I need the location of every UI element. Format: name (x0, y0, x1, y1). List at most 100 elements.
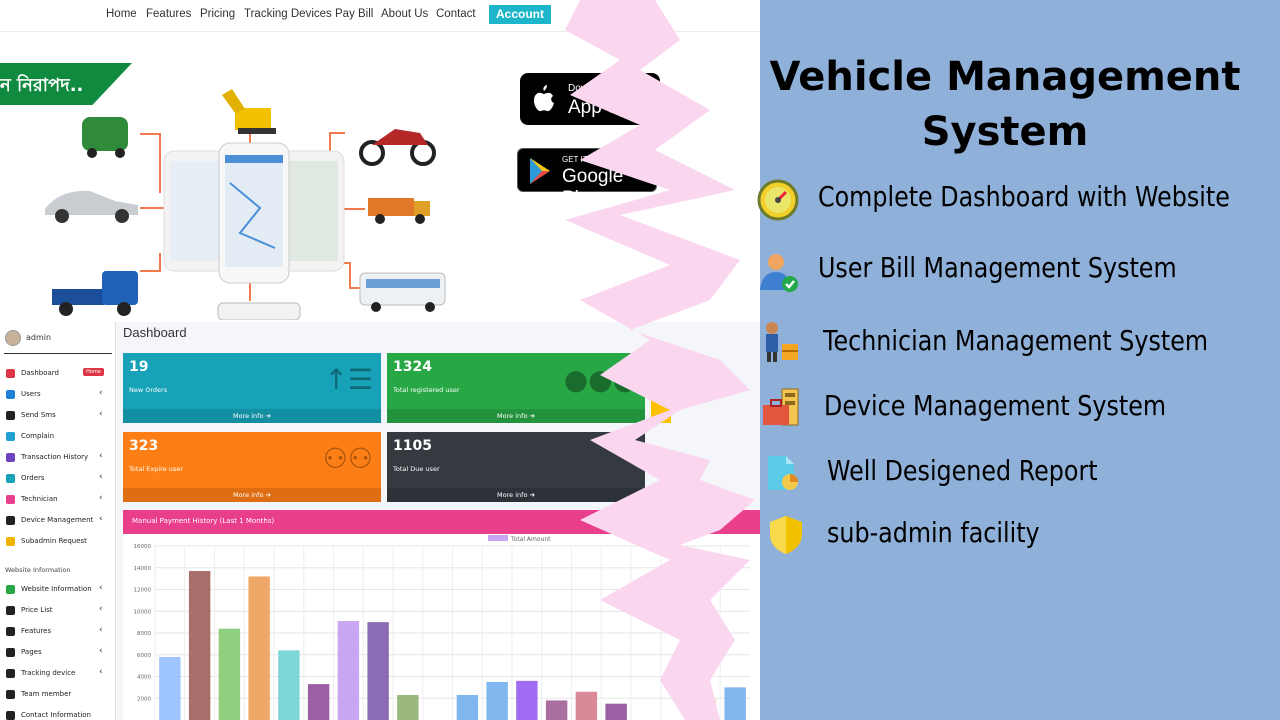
bar[interactable] (456, 694, 479, 720)
sidebar-item-send-sms[interactable]: Send Sms ‹ (0, 409, 116, 425)
nav-tracking-devices[interactable]: Tracking Devices (244, 8, 332, 20)
bar[interactable] (248, 576, 270, 720)
transaction-history-icon (6, 453, 15, 462)
sidebar-item-label: Complain (21, 432, 55, 440)
toolbox-icon (763, 388, 799, 426)
complain-icon (6, 432, 15, 441)
nav-home[interactable]: Home (106, 8, 137, 20)
chevron-left-icon: ‹ (99, 388, 103, 398)
sidebar-item-label: Website Information (21, 585, 92, 593)
tracking-device-icon (6, 669, 15, 678)
card-value: 1105 (393, 438, 432, 454)
y-tick-label: 14000 (134, 566, 152, 572)
contact-information-icon (6, 711, 15, 720)
shield-icon (770, 516, 802, 554)
sidebar-item-label: Orders (21, 474, 45, 482)
nav-pay-bill[interactable]: Pay Bill (335, 8, 373, 20)
sidebar-item-label: Tracking device (21, 669, 76, 677)
sidebar-item-label: Features (21, 627, 52, 635)
sidebar-item-transaction-history[interactable]: Transaction History ‹ (0, 451, 116, 467)
more-info-link[interactable]: More info ➔ (123, 409, 381, 423)
y-tick-label: 16000 (134, 544, 152, 550)
gauge-icon (757, 179, 799, 221)
sidebar-item-device-management[interactable]: Device Management ‹ (0, 514, 116, 530)
sidebar-section-label: Website Information (5, 566, 71, 574)
chevron-left-icon: ‹ (99, 514, 103, 524)
y-tick-label: 12000 (134, 588, 152, 594)
headline: Vehicle Management System (769, 54, 1241, 155)
price-list-icon (6, 606, 15, 615)
sidebar-item-features[interactable]: Features ‹ (0, 625, 116, 641)
sidebar-item-label: Technician (21, 495, 58, 503)
feature-technician: Technician Management System (823, 324, 1209, 357)
apple-icon (534, 85, 554, 112)
bar[interactable] (516, 680, 538, 720)
sidebar-item-tracking-device[interactable]: Tracking device ‹ (0, 667, 116, 683)
admin-name: admin (26, 333, 52, 342)
more-info-link[interactable]: More info ➔ (123, 488, 381, 502)
sidebar-item-label: Device Management (21, 516, 94, 524)
bar[interactable] (188, 571, 211, 720)
pages-icon (6, 648, 15, 657)
chevron-left-icon: ‹ (99, 604, 103, 614)
chevron-left-icon: ‹ (99, 472, 103, 482)
sidebar-item-label: Price List (21, 606, 53, 614)
chart-title: Manual Payment History (Last 1 Months) (132, 517, 275, 525)
nav-contact[interactable]: Contact (436, 8, 476, 20)
feature-device: Device Management System (824, 389, 1167, 422)
sidebar-item-team-member[interactable]: Team member (0, 688, 116, 704)
feature-subadmin: sub-admin facility (827, 516, 1040, 549)
sidebar-item-label: Team member (21, 690, 72, 698)
bar[interactable] (486, 681, 508, 720)
bar[interactable] (397, 694, 419, 720)
nav-features[interactable]: Features (146, 8, 191, 20)
card-expire-users: 323 Total Expire user ⚇⚇ More info ➔ (123, 432, 381, 502)
sidebar-item-complain[interactable]: Complain (0, 430, 116, 446)
pink-brush-stroke (565, 0, 755, 720)
sidebar-item-label: Subadmin Request (21, 537, 87, 545)
sidebar-item-label: Pages (21, 648, 42, 656)
nav-pricing[interactable]: Pricing (200, 8, 235, 20)
sidebar-item-label: Users (21, 390, 41, 398)
card-value: 1324 (393, 359, 432, 375)
bar[interactable] (218, 628, 241, 720)
sidebar-item-contact-information[interactable]: Contact Information (0, 709, 116, 720)
play-icon (530, 158, 550, 184)
sidebar-item-price-list[interactable]: Price List ‹ (0, 604, 116, 620)
sidebar-item-users[interactable]: Users ‹ (0, 388, 116, 404)
avatar[interactable] (5, 330, 21, 346)
sidebar-item-orders[interactable]: Orders ‹ (0, 472, 116, 488)
sidebar-item-subadmin-request[interactable]: Subadmin Request (0, 535, 116, 551)
technician-icon (766, 322, 798, 362)
chevron-left-icon: ‹ (99, 493, 103, 503)
sidebar-item-pages[interactable]: Pages ‹ (0, 646, 116, 662)
sidebar-item-technician[interactable]: Technician ‹ (0, 493, 116, 509)
bar[interactable] (159, 656, 181, 720)
sidebar-item-label: Dashboard (21, 369, 59, 377)
bar[interactable] (337, 621, 360, 720)
report-icon (768, 456, 798, 490)
vehicle-network-illustration (45, 89, 446, 320)
chevron-left-icon: ‹ (99, 646, 103, 656)
account-button[interactable]: Account (489, 5, 551, 24)
page-title: Dashboard (123, 325, 187, 340)
sidebar-item-website-information[interactable]: Website Information ‹ (0, 583, 116, 599)
sidebar-item-label: Contact Information (21, 711, 91, 719)
home-badge: Home (83, 368, 104, 376)
subadmin-request-icon (6, 537, 15, 546)
dashboard-icon (6, 369, 15, 378)
bar[interactable] (278, 650, 300, 720)
send-sms-icon (6, 411, 15, 420)
card-label: New Orders (129, 386, 168, 394)
bar[interactable] (307, 684, 330, 720)
nav-about-us[interactable]: About Us (381, 8, 428, 20)
sidebar-item-label: Send Sms (21, 411, 56, 419)
card-new-orders: 19 New Orders ↑☰ More info ➔ (123, 353, 381, 423)
orders-icon (6, 474, 15, 483)
y-tick-label: 2000 (137, 696, 151, 702)
sidebar-divider (4, 353, 112, 354)
card-label: Total Expire user (129, 465, 183, 473)
card-label: Total Due user (393, 465, 440, 473)
bar[interactable] (367, 622, 389, 720)
chevron-left-icon: ‹ (99, 409, 103, 419)
